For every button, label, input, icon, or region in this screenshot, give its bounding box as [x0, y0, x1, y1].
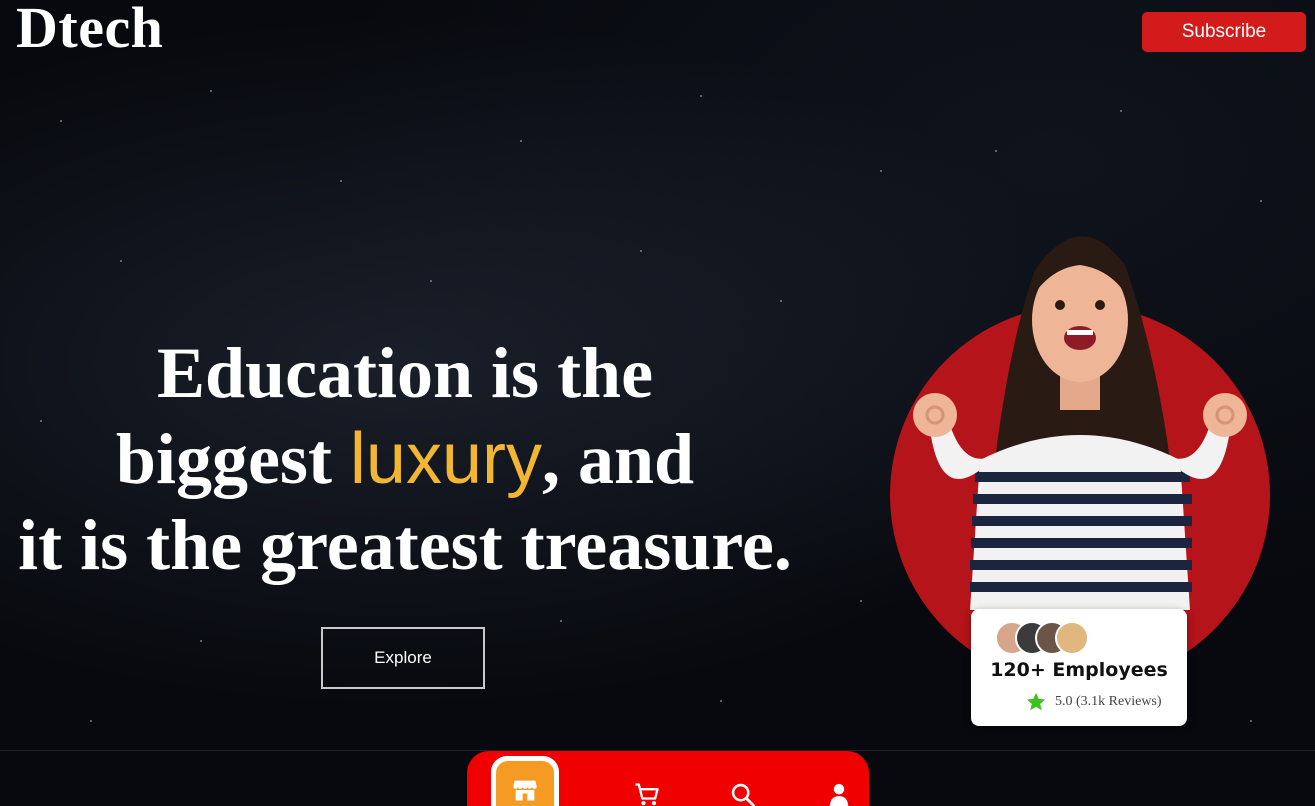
- bottom-tab-bar: [467, 751, 869, 806]
- cart-icon[interactable]: [633, 781, 661, 806]
- headline-line-1: Education is the: [156, 333, 654, 413]
- store-icon: [513, 780, 537, 801]
- subscribe-button[interactable]: Subscribe: [1142, 12, 1306, 52]
- avatar-group: [995, 621, 1089, 655]
- brand-logo[interactable]: Dtech: [16, 0, 163, 61]
- search-icon[interactable]: [729, 781, 757, 806]
- headline-accent-word: luxury: [349, 419, 542, 499]
- hero-woman-illustration: [890, 236, 1270, 670]
- employees-review-card: 120+ Employees 5.0 (3.1k Reviews): [971, 609, 1187, 726]
- employees-count: 120+ Employees: [990, 659, 1168, 681]
- hero-illustration: [870, 210, 1290, 670]
- headline-line-3: it is the greatest treasure.: [18, 505, 792, 585]
- user-icon[interactable]: [825, 781, 853, 806]
- explore-button[interactable]: Explore: [321, 627, 485, 689]
- avatar: [1055, 621, 1089, 655]
- tab-store[interactable]: [491, 756, 559, 806]
- headline-line-2-suffix: , and: [541, 419, 695, 499]
- rating-text: 5.0 (3.1k Reviews): [1055, 694, 1162, 709]
- star-icon: [1026, 692, 1046, 711]
- hero-headline: Education is the biggest luxury, and it …: [0, 330, 830, 588]
- rating-row: 5.0 (3.1k Reviews): [1025, 691, 1162, 713]
- headline-line-2-prefix: biggest: [115, 419, 350, 499]
